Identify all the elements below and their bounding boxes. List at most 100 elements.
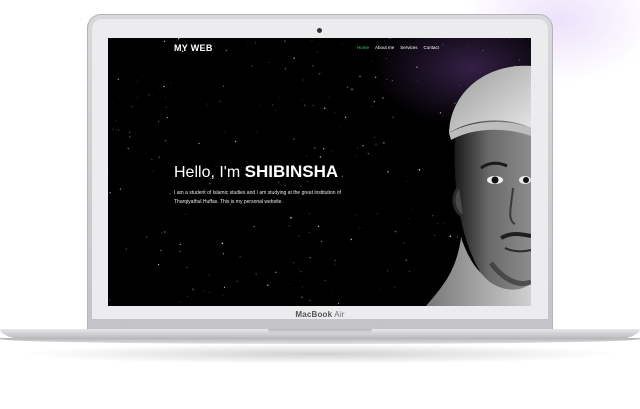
star (275, 110, 277, 112)
star (341, 175, 344, 177)
profile-portrait (426, 65, 531, 306)
star (405, 181, 407, 182)
hero-heading: Hello, I'm SHIBINSHA (174, 162, 338, 182)
star (251, 65, 253, 67)
star (239, 256, 241, 258)
nav-item-about[interactable]: About me (375, 45, 394, 50)
star (131, 106, 133, 108)
site-brand-logo[interactable]: MY WEB (174, 43, 213, 53)
star (209, 291, 211, 293)
star (170, 82, 172, 84)
star (309, 257, 311, 259)
star (185, 213, 187, 215)
star (311, 40, 313, 41)
star (359, 75, 361, 78)
star (152, 170, 154, 172)
star (385, 271, 387, 273)
hero-description-line-1: I am a student of Islamic studies and I … (174, 190, 342, 196)
star (179, 250, 181, 252)
star (209, 183, 211, 185)
star (260, 104, 261, 106)
star (115, 120, 117, 122)
star (165, 97, 166, 99)
star (256, 131, 258, 133)
star (304, 104, 306, 107)
star (314, 147, 316, 149)
star (225, 49, 227, 52)
star (284, 68, 286, 70)
star (157, 88, 159, 90)
star (331, 150, 332, 152)
star (339, 126, 340, 127)
star (129, 136, 131, 138)
nav-item-home[interactable]: Home (357, 45, 369, 50)
star (109, 192, 111, 194)
star (301, 99, 303, 100)
star (134, 132, 136, 134)
star (293, 262, 295, 264)
camera-icon (317, 28, 322, 33)
star (163, 40, 166, 43)
star (203, 290, 205, 292)
star (137, 97, 139, 98)
star (394, 230, 397, 233)
star (301, 296, 303, 298)
star (344, 116, 347, 118)
star (284, 184, 286, 187)
star (293, 138, 295, 140)
star (255, 273, 257, 275)
star (222, 85, 225, 88)
star (355, 214, 357, 216)
star (365, 140, 367, 142)
star (359, 227, 361, 229)
star (231, 70, 233, 72)
star (161, 232, 163, 234)
star (405, 259, 408, 261)
star (317, 225, 320, 227)
star (284, 40, 286, 42)
star (165, 106, 167, 108)
star (158, 156, 160, 158)
star (323, 107, 326, 110)
star (192, 288, 194, 290)
star (387, 170, 389, 173)
star (331, 290, 332, 292)
hero-description: I am a student of Islamic studies and I … (174, 189, 374, 207)
star (166, 117, 168, 119)
star (309, 299, 311, 302)
star (160, 249, 162, 252)
star (268, 61, 270, 63)
star (179, 301, 181, 303)
star (308, 231, 310, 233)
star (178, 38, 180, 40)
star (303, 79, 305, 81)
star (350, 238, 353, 241)
nav-item-contact[interactable]: Contact (423, 45, 439, 50)
star (127, 147, 129, 150)
star (179, 243, 181, 246)
star (164, 140, 167, 142)
star (338, 302, 340, 304)
star (222, 253, 225, 255)
hero-description-line-2: Tharqiyathul Huffas. This is my personal… (174, 199, 283, 205)
star (163, 85, 165, 88)
star (236, 280, 238, 282)
device-label-model: Air (332, 310, 345, 319)
star (117, 129, 120, 131)
star (374, 136, 376, 138)
star (356, 147, 358, 149)
star (319, 156, 322, 158)
star (219, 100, 221, 103)
star (312, 104, 314, 106)
star (318, 73, 321, 75)
star (288, 225, 291, 227)
star (164, 231, 166, 233)
star (119, 188, 122, 190)
nav-item-services[interactable]: Services (400, 45, 417, 50)
star (140, 273, 141, 275)
star (129, 131, 131, 133)
star (289, 55, 291, 57)
laptop-opening-notch (268, 329, 372, 333)
hero-greeting: Hello, I'm (174, 164, 245, 181)
star (271, 104, 273, 106)
